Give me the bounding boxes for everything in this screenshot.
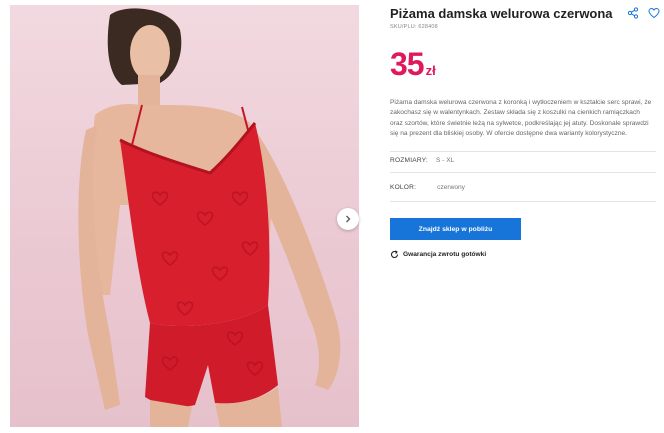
divider — [390, 201, 656, 202]
money-back-guarantee-link[interactable]: Gwarancja zwrotu gotówki — [390, 250, 486, 259]
product-description: Piżama damska welurowa czerwona z koronk… — [390, 99, 652, 138]
product-title: Piżama damska welurowa czerwona — [390, 6, 613, 21]
divider — [390, 151, 656, 152]
color-label: KOLOR: — [390, 184, 417, 191]
color-value: czerwony — [437, 184, 465, 191]
refresh-icon — [390, 250, 399, 258]
price-currency: zł — [425, 63, 436, 78]
sizes-value: S - XL — [435, 157, 455, 164]
next-image-button[interactable] — [337, 208, 359, 230]
product-info: Piżama damska welurowa czerwona SKU/PLU:… — [390, 0, 664, 433]
guarantee-label: Gwarancja zwrotu gotówki — [403, 251, 487, 258]
color-row: KOLOR: czerwony — [390, 184, 465, 191]
heart-icon[interactable] — [648, 7, 660, 19]
product-sku: SKU/PLU: 628408 — [390, 24, 438, 30]
sizes-label: ROZMIARY: — [390, 157, 428, 164]
product-price: 35 zł — [390, 46, 436, 83]
chevron-right-icon — [346, 215, 351, 223]
price-value: 35 — [390, 46, 425, 82]
sizes-row: ROZMIARY: S - XL — [390, 157, 454, 164]
model-illustration — [78, 8, 341, 427]
product-photo — [10, 5, 359, 427]
share-icon[interactable] — [627, 7, 639, 19]
find-store-button[interactable]: Znajdź sklep w pobliżu — [390, 218, 521, 240]
divider — [390, 172, 656, 173]
